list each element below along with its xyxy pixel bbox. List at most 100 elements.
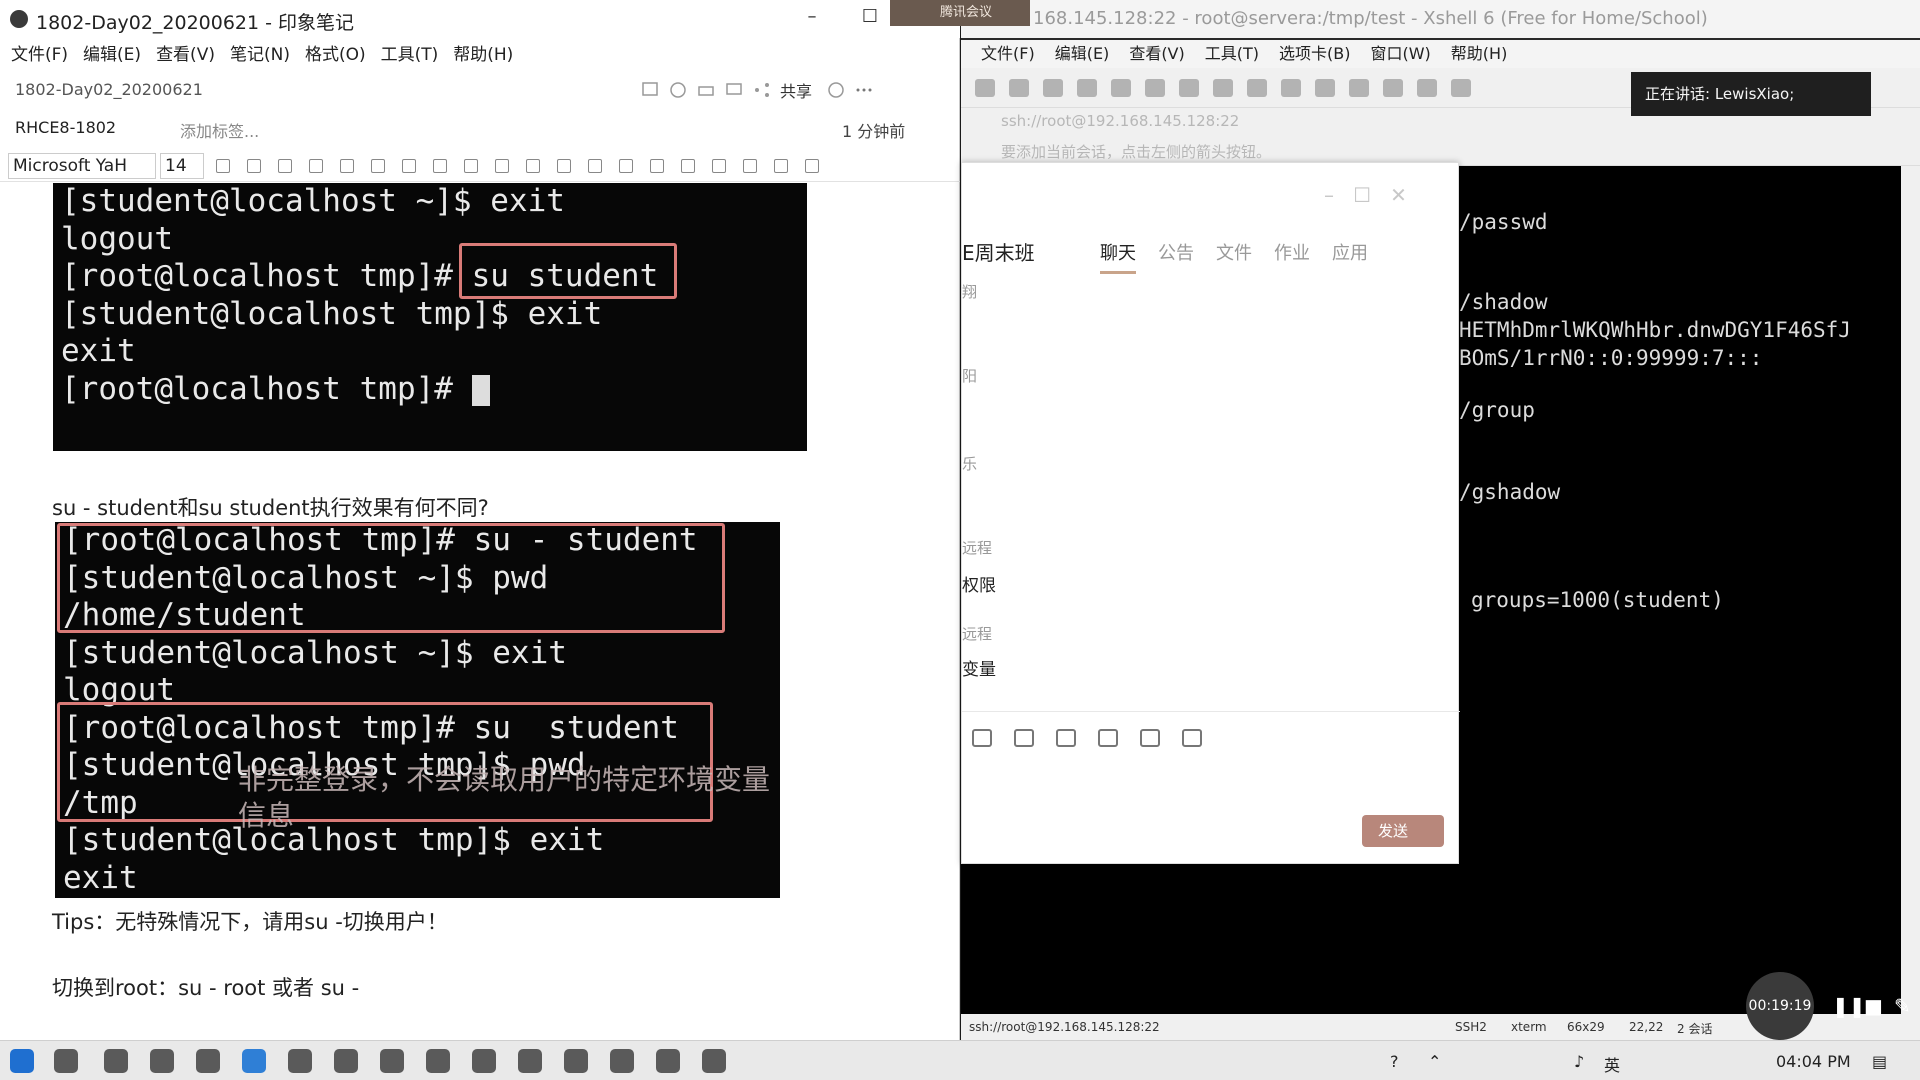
terminal-scrollbar[interactable] [1901,166,1920,1014]
add-tag-input[interactable]: 添加标签... [180,118,259,142]
menu-view[interactable]: 查看(V) [156,40,215,70]
bullet-list-icon[interactable] [433,159,447,173]
taskbar-app-icon[interactable] [288,1049,312,1073]
edge-icon[interactable] [242,1049,266,1073]
maximize-button[interactable]: ☐ [852,6,888,30]
new-session-icon[interactable] [975,79,995,97]
taskbar-app-icon[interactable] [656,1049,680,1073]
share-network-icon[interactable] [752,80,772,100]
share-button[interactable]: 共享 [780,82,812,101]
checkbox-icon[interactable] [495,159,509,173]
folder-icon[interactable] [1056,729,1076,747]
strikethrough-icon[interactable] [340,159,354,173]
lock-icon[interactable] [1349,79,1369,97]
more-icon[interactable] [854,80,874,100]
taskbar-app-icon[interactable] [196,1049,220,1073]
volume-icon[interactable]: ♪ [1574,1052,1584,1071]
work-chat-icon[interactable] [724,80,744,100]
menu-file[interactable]: 文件(F) [11,40,68,70]
find-icon[interactable] [1111,79,1131,97]
font-size-select[interactable]: 14 [160,153,204,179]
taskbar-app-icon[interactable] [426,1049,450,1073]
minimize-button[interactable]: – [794,6,830,30]
fullscreen-icon[interactable] [1315,79,1335,97]
menu-help[interactable]: 帮助(H) [453,40,513,70]
task-view-icon[interactable] [54,1049,78,1073]
keyboard-icon[interactable] [1383,79,1403,97]
help-icon[interactable]: ? [1390,1052,1399,1071]
taskbar-app-icon[interactable] [380,1049,404,1073]
stop-icon[interactable]: ■ [1864,994,1883,1018]
taskbar-app-icon[interactable] [104,1049,128,1073]
taskbar-app-icon[interactable] [334,1049,358,1073]
menu-tools[interactable]: 工具(T) [381,40,439,70]
taskbar-app-icon[interactable] [472,1049,496,1073]
notebook-selector[interactable]: RHCE8-1802 [15,118,116,137]
meeting-tab[interactable]: 腾讯会议 [890,0,1030,26]
attach-icon[interactable] [712,159,726,173]
phone-icon[interactable] [1140,729,1160,747]
start-icon[interactable] [10,1049,34,1073]
table-icon[interactable] [619,159,633,173]
clear-format-icon[interactable] [774,159,788,173]
chat-window-buttons[interactable]: – ☐ ✕ [1324,183,1407,207]
image-icon[interactable] [1014,729,1034,747]
record-icon[interactable] [743,159,757,173]
tab-apps[interactable]: 应用 [1332,239,1368,271]
settings-icon[interactable] [1451,79,1471,97]
tab-homework[interactable]: 作业 [1274,239,1310,271]
xs-menu-tabs[interactable]: 选项卡(B) [1279,40,1350,68]
send-button[interactable]: 发送 [1362,815,1444,847]
evernote-taskbar-icon[interactable] [518,1049,542,1073]
info-icon[interactable] [826,80,846,100]
taskbar-app-icon[interactable] [702,1049,726,1073]
tab-notice[interactable]: 公告 [1158,239,1194,271]
highlight-icon[interactable] [371,159,385,173]
reminder-icon[interactable] [668,80,688,100]
text-color-icon[interactable] [216,159,230,173]
gift-icon[interactable] [1098,729,1118,747]
script-icon[interactable] [1417,79,1437,97]
taskbar-app-icon[interactable] [564,1049,588,1073]
xs-menu-edit[interactable]: 编辑(E) [1055,40,1110,68]
font-family-select[interactable]: Microsoft YaH [8,153,156,179]
note-title[interactable]: 1802-Day02_20200621 [15,80,203,99]
tab-files[interactable]: 文件 [1216,239,1252,271]
menu-format[interactable]: 格式(O) [305,40,366,70]
address-text[interactable]: ssh://root@192.168.145.128:22 [1001,112,1239,130]
xs-menu-view[interactable]: 查看(V) [1129,40,1184,68]
emoji-icon[interactable] [972,729,992,747]
screen-icon[interactable] [1182,729,1202,747]
font-icon[interactable] [1213,79,1233,97]
indent-icon[interactable] [588,159,602,173]
reconnect-icon[interactable] [1043,79,1063,97]
menu-edit[interactable]: 编辑(E) [83,40,141,70]
print-icon[interactable] [696,80,716,100]
number-list-icon[interactable] [464,159,478,173]
xs-menu-help[interactable]: 帮助(H) [1451,40,1508,68]
presentation-icon[interactable] [640,80,660,100]
pen-icon[interactable]: ✎ [1894,994,1911,1018]
clock[interactable]: 04:04 PM [1776,1052,1851,1071]
tab-chat[interactable]: 聊天 [1100,239,1136,274]
xs-menu-tools[interactable]: 工具(T) [1205,40,1259,68]
xs-menu-file[interactable]: 文件(F) [981,40,1035,68]
link-icon[interactable] [681,159,695,173]
bold-icon[interactable] [247,159,261,173]
ime-indicator[interactable]: 英 [1604,1052,1620,1076]
pause-icon[interactable]: ❚❚ [1832,994,1866,1018]
open-icon[interactable] [1009,79,1029,97]
xs-menu-window[interactable]: 窗口(W) [1370,40,1430,68]
notification-icon[interactable]: ▤ [1872,1052,1887,1071]
lock-icon[interactable] [805,159,819,173]
menu-note[interactable]: 笔记(N) [230,40,290,70]
globe-icon[interactable] [1247,79,1267,97]
outdent-icon[interactable] [557,159,571,173]
chevron-up-icon[interactable]: ⌃ [1428,1052,1441,1071]
taskbar-app-icon[interactable] [150,1049,174,1073]
divider-icon[interactable] [650,159,664,173]
align-icon[interactable] [526,159,540,173]
xftp-icon[interactable] [1281,79,1301,97]
color-icon[interactable] [1179,79,1199,97]
code-icon[interactable] [402,159,416,173]
